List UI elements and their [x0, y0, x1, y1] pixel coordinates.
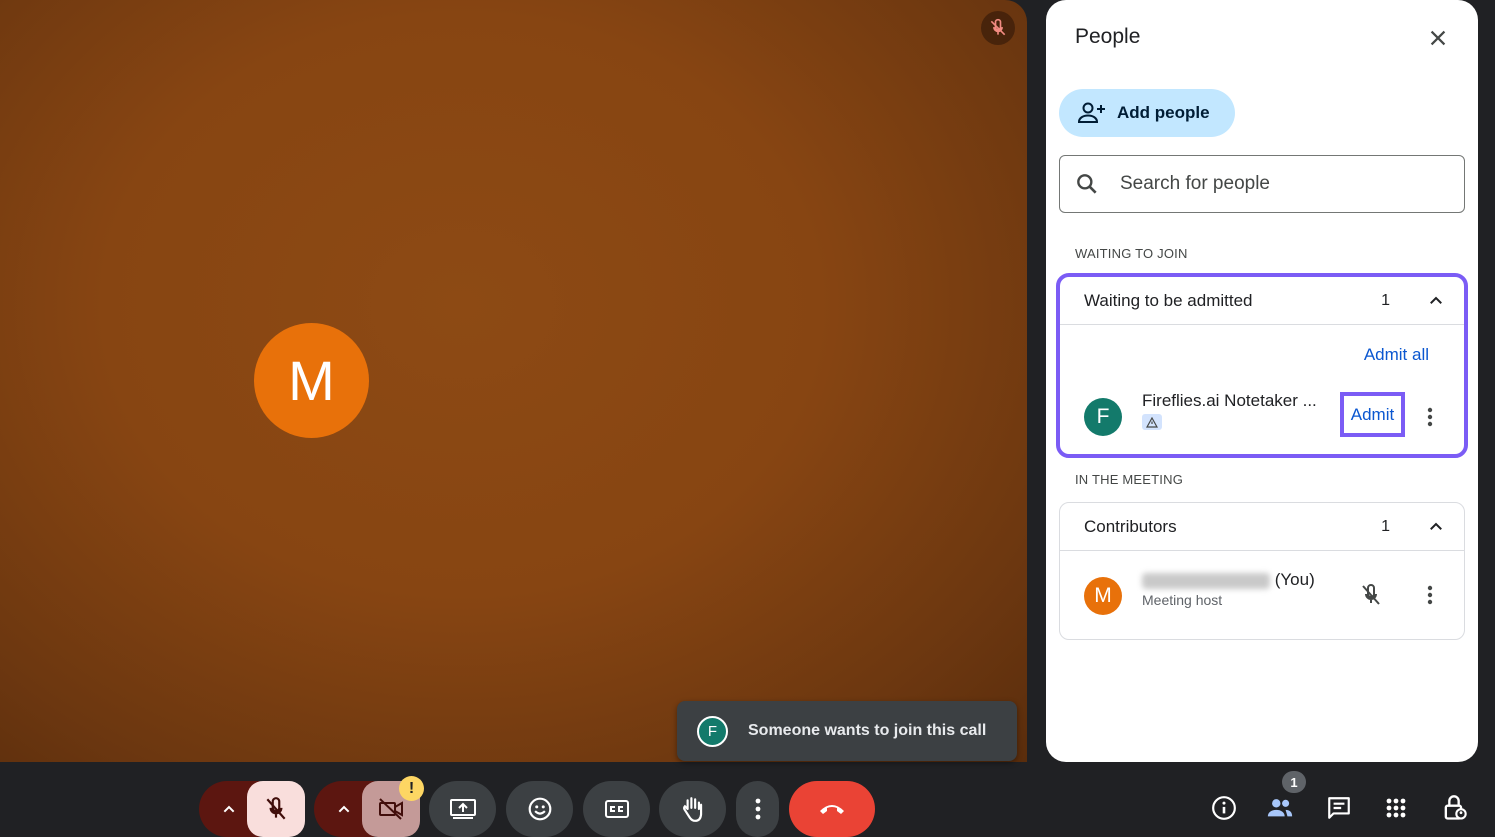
contributors-group-header[interactable]: Contributors 1 — [1060, 503, 1464, 551]
contributors-group-title: Contributors — [1084, 516, 1177, 536]
search-input[interactable] — [1120, 173, 1420, 195]
participant-video-tile: M — [0, 0, 1027, 762]
admit-all-button[interactable]: Admit all — [1364, 345, 1429, 365]
people-count-badge: 1 — [1282, 771, 1306, 793]
waiting-person-row: F Fireflies.ai Notetaker ... — [1084, 391, 1317, 437]
people-icon[interactable] — [1266, 794, 1294, 822]
mic-off-icon — [1359, 583, 1383, 607]
mic-off-icon — [266, 797, 286, 820]
redacted-name — [1142, 572, 1270, 589]
reactions-button[interactable] — [506, 781, 573, 837]
you-label: (You) — [1274, 570, 1315, 589]
chevron-up-icon — [223, 805, 235, 813]
waiting-group-count: 1 — [1381, 291, 1390, 309]
chevron-up-icon[interactable] — [1424, 289, 1448, 313]
people-panel: People Add people WAITING TO JOIN Waitin… — [1046, 0, 1478, 762]
join-request-toast[interactable]: F Someone wants to join this call — [677, 701, 1017, 761]
activities-grid-icon[interactable] — [1382, 794, 1410, 822]
captions-button[interactable] — [583, 781, 650, 837]
search-icon — [1077, 174, 1097, 194]
raise-hand-icon — [682, 797, 702, 822]
camera-off-icon — [379, 798, 403, 820]
close-icon[interactable] — [1422, 22, 1454, 54]
warning-icon — [1142, 414, 1162, 430]
search-field[interactable] — [1059, 155, 1465, 213]
present-screen-icon — [449, 799, 476, 819]
in-meeting-section-label: IN THE MEETING — [1075, 472, 1184, 487]
person-name: Fireflies.ai Notetaker ... — [1142, 391, 1317, 410]
toast-avatar: F — [697, 715, 728, 747]
waiting-group: Waiting to be admitted 1 Admit all F Fir… — [1056, 273, 1468, 458]
add-person-icon — [1077, 102, 1105, 123]
avatar: F — [1084, 398, 1122, 436]
more-vert-icon[interactable] — [1418, 583, 1442, 607]
toast-message: Someone wants to join this call — [748, 722, 987, 739]
chevron-up-icon — [338, 805, 350, 813]
chat-icon[interactable] — [1325, 794, 1353, 822]
leave-call-button[interactable] — [789, 781, 875, 837]
camera-warning-badge: ! — [399, 776, 424, 801]
add-people-label: Add people — [1117, 103, 1210, 122]
raise-hand-button[interactable] — [659, 781, 726, 837]
contributors-group-count: 1 — [1381, 517, 1390, 535]
mic-toggle-button[interactable] — [247, 781, 305, 837]
admit-button[interactable]: Admit — [1340, 392, 1405, 437]
more-vert-icon — [755, 798, 760, 820]
waiting-section-label: WAITING TO JOIN — [1075, 246, 1188, 261]
chevron-up-icon[interactable] — [1424, 515, 1448, 539]
host-controls-icon[interactable] — [1440, 794, 1468, 822]
add-people-button[interactable]: Add people — [1059, 89, 1235, 137]
avatar: M — [1084, 577, 1122, 615]
present-screen-button[interactable] — [429, 781, 496, 837]
mic-off-icon — [981, 11, 1015, 45]
closed-captions-icon — [604, 800, 629, 818]
contributors-group: Contributors 1 M (You) Meeting host — [1059, 502, 1465, 640]
waiting-group-header[interactable]: Waiting to be admitted 1 — [1060, 277, 1464, 325]
meeting-info-icon[interactable] — [1210, 794, 1238, 822]
waiting-group-title: Waiting to be admitted — [1084, 290, 1253, 310]
end-call-icon — [820, 805, 844, 814]
person-info: Fireflies.ai Notetaker ... — [1142, 391, 1322, 433]
more-options-button[interactable] — [736, 781, 779, 837]
panel-title: People — [1075, 25, 1141, 48]
contributor-row: M (You) Meeting host — [1084, 570, 1315, 616]
emoji-icon — [528, 797, 551, 821]
participant-avatar: M — [254, 323, 369, 438]
person-role: Meeting host — [1142, 592, 1223, 608]
person-info: (You) Meeting host — [1142, 570, 1322, 608]
more-vert-icon[interactable] — [1418, 405, 1442, 429]
meet-window: M F Someone wants to join this call Peop… — [0, 0, 1495, 837]
person-name: (You) — [1142, 570, 1322, 590]
